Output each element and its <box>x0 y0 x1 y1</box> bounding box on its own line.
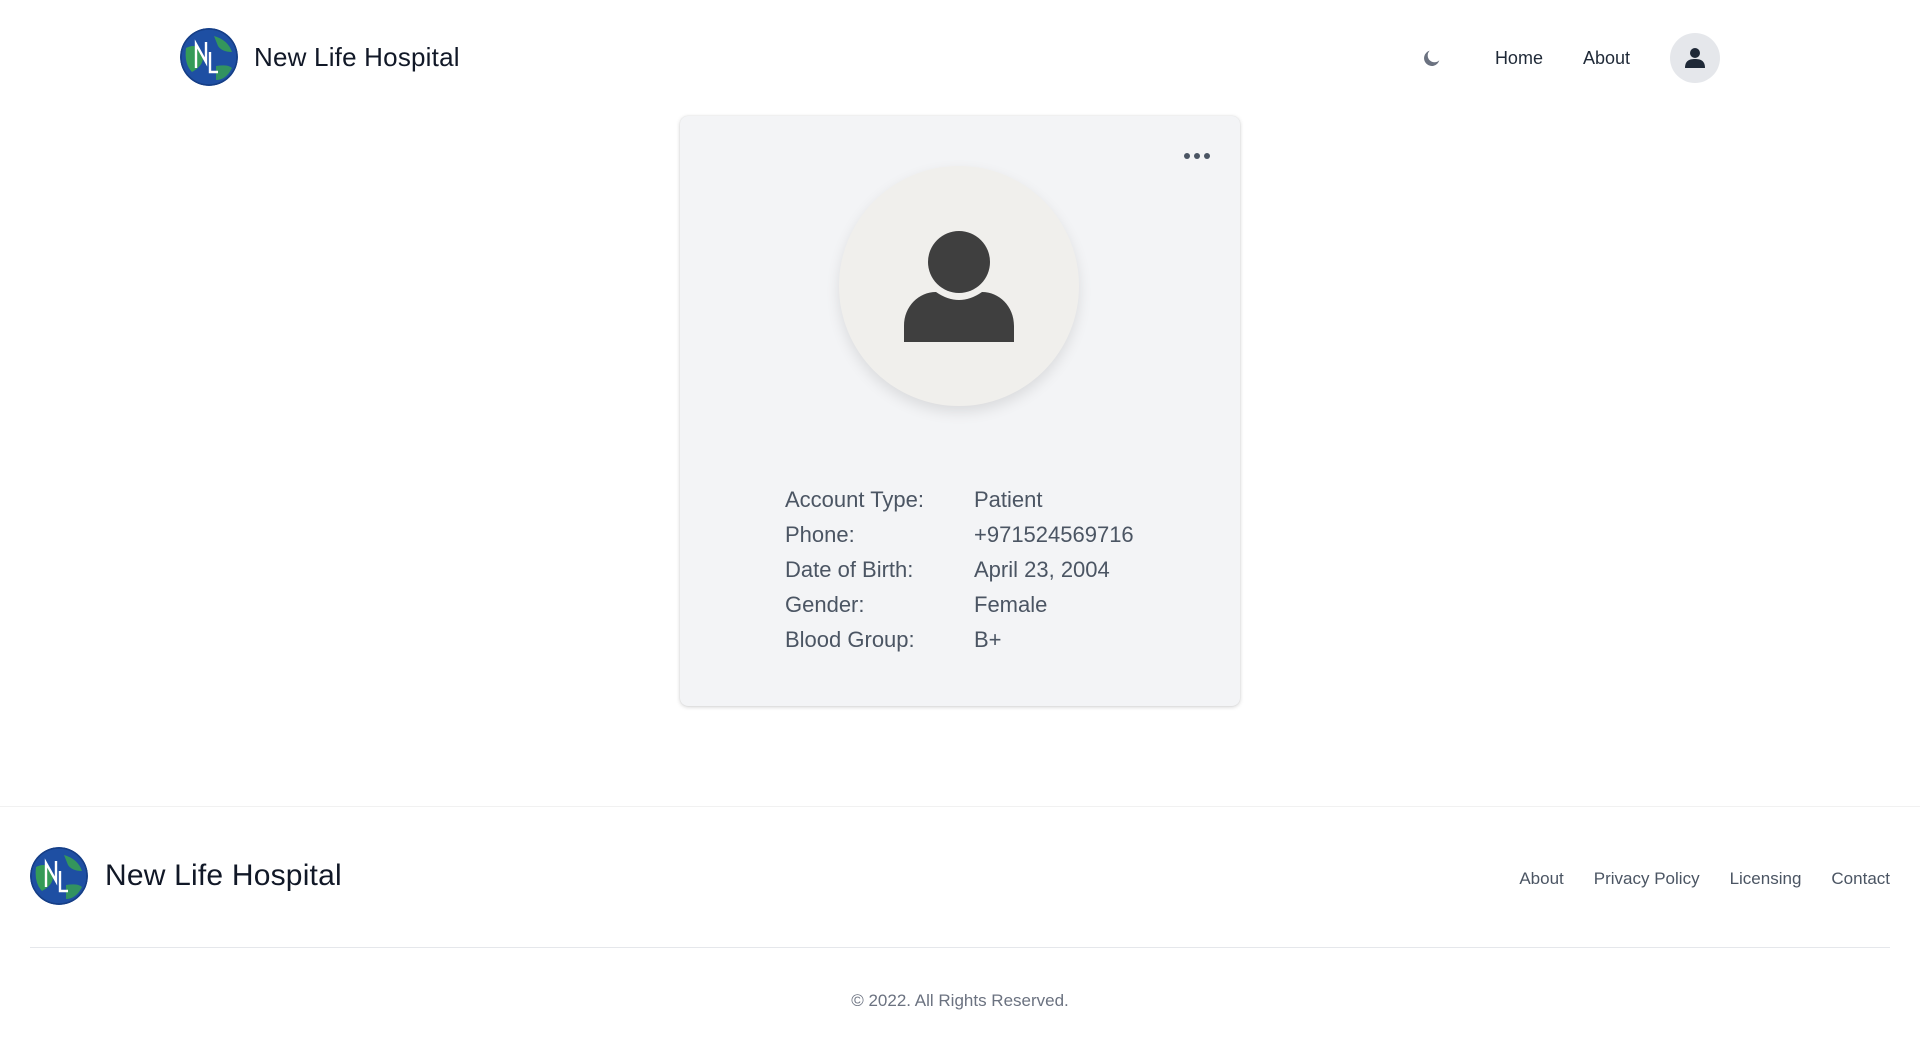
header-brand[interactable]: New Life Hospital <box>180 28 460 86</box>
profile-avatar <box>839 166 1079 406</box>
site-footer: New Life Hospital About Privacy Policy L… <box>0 806 1920 1052</box>
info-value: April 23, 2004 <box>974 556 1110 582</box>
info-value: +971524569716 <box>974 521 1134 547</box>
info-row-date-of-birth: Date of Birth: April 23, 2004 <box>785 552 1134 587</box>
more-dot <box>1204 153 1210 159</box>
footer-link-about[interactable]: About <box>1519 869 1563 889</box>
hospital-logo <box>30 847 88 905</box>
more-dot <box>1194 153 1200 159</box>
info-row-phone: Phone: +971524569716 <box>785 517 1134 552</box>
main-nav: Home About <box>1419 33 1720 83</box>
footer-link-privacy-policy[interactable]: Privacy Policy <box>1594 869 1700 889</box>
info-value: Female <box>974 591 1048 617</box>
info-row-blood-group: Blood Group: B+ <box>785 622 1134 657</box>
copyright-text: © 2022. All Rights Reserved. <box>851 991 1069 1010</box>
footer-links: About Privacy Policy Licensing Contact <box>1519 869 1890 889</box>
user-silhouette-icon <box>904 231 1014 342</box>
brand-name: New Life Hospital <box>254 41 460 72</box>
moon-icon[interactable] <box>1419 45 1445 71</box>
footer-brand-name: New Life Hospital <box>105 859 342 892</box>
profile-card: Account Type: Patient Phone: +9715245697… <box>680 116 1240 706</box>
info-label: Gender: <box>785 591 865 617</box>
footer-brand[interactable]: New Life Hospital <box>30 847 342 905</box>
account-menu-button[interactable] <box>1670 33 1720 83</box>
user-icon <box>1685 48 1705 68</box>
info-row-account-type: Account Type: Patient <box>785 482 1134 517</box>
footer-divider <box>30 947 1890 948</box>
info-value: B+ <box>974 626 1002 652</box>
footer-link-licensing[interactable]: Licensing <box>1730 869 1802 889</box>
more-horizontal-icon <box>1184 153 1190 159</box>
info-label: Phone: <box>785 521 855 547</box>
hospital-logo <box>180 28 238 86</box>
info-label: Blood Group: <box>785 626 915 652</box>
profile-info: Account Type: Patient Phone: +9715245697… <box>785 482 1134 657</box>
info-label: Date of Birth: <box>785 556 914 582</box>
info-value: Patient <box>974 486 1043 512</box>
footer-link-contact[interactable]: Contact <box>1831 869 1890 889</box>
site-header: New Life Hospital Home About <box>0 0 1920 116</box>
more-options-button[interactable] <box>1182 146 1212 166</box>
nav-about-link[interactable]: About <box>1583 48 1630 69</box>
info-label: Account Type: <box>785 486 925 512</box>
nav-home-link[interactable]: Home <box>1495 48 1543 69</box>
info-row-gender: Gender: Female <box>785 587 1134 622</box>
